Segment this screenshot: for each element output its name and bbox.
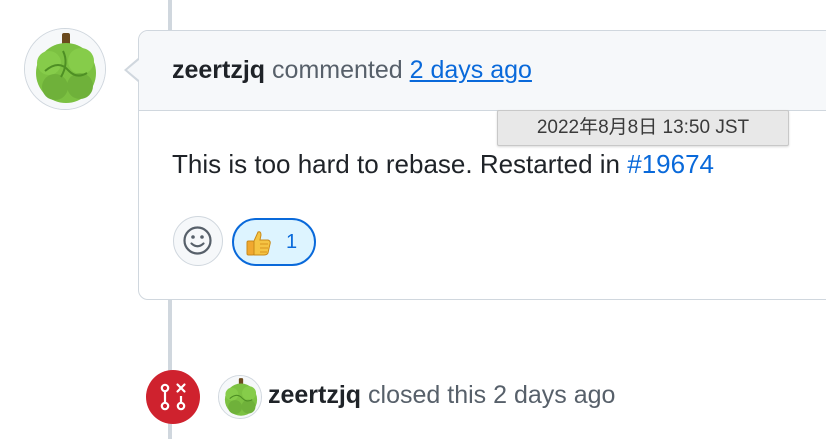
commenter-avatar[interactable] — [24, 28, 106, 110]
closed-event-text: zeertzjq closed this 2 days ago — [268, 379, 615, 411]
comment-timestamp-link[interactable]: 2 days ago — [410, 56, 532, 84]
thumbs-up-reaction-button[interactable]: 1 — [232, 218, 316, 266]
comment-body: This is too hard to rebase. Restarted in… — [172, 147, 714, 181]
add-reaction-button[interactable] — [173, 216, 223, 266]
timeline: zeertzjq commented 2 days ago This is to… — [0, 0, 826, 439]
comment-action: commented — [272, 56, 403, 84]
thumbs-up-icon — [246, 231, 271, 256]
closed-event-badge — [146, 370, 200, 424]
comment-caret-inner — [127, 60, 139, 80]
event-actor-avatar[interactable] — [218, 375, 262, 419]
comment-body-text: This is too hard to rebase. Restarted in — [172, 149, 628, 179]
comment-author-link[interactable]: zeertzjq — [172, 56, 265, 84]
smiley-icon — [183, 226, 212, 255]
durian-avatar-icon — [25, 29, 105, 109]
event-description: closed this 2 days ago — [368, 381, 616, 409]
reaction-count: 1 — [286, 231, 298, 253]
git-pull-request-closed-icon — [160, 383, 186, 411]
timestamp-tooltip: 2022年8月8日 13:50 JST — [497, 110, 789, 146]
issue-link[interactable]: #19674 — [627, 149, 714, 179]
event-actor-link[interactable]: zeertzjq — [268, 381, 361, 409]
comment-header-text: zeertzjq commented 2 days ago — [172, 54, 532, 86]
durian-avatar-icon — [219, 376, 261, 418]
